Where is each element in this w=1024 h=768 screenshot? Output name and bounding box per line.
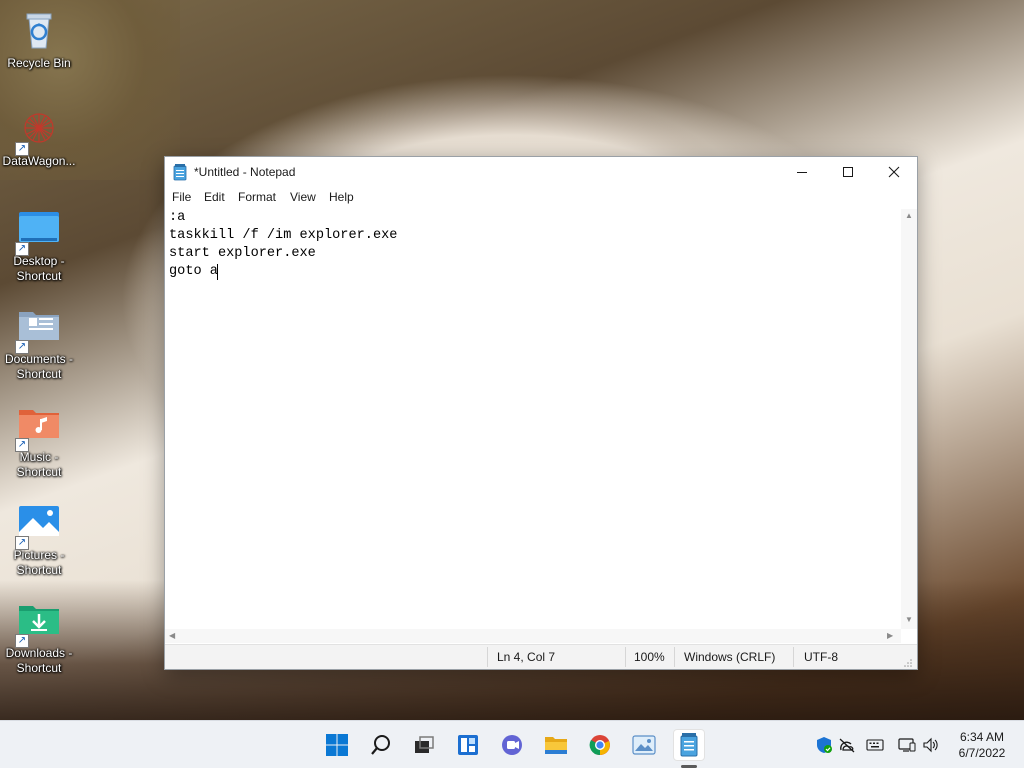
status-zoom: 100% xyxy=(634,650,665,664)
security-icon[interactable] xyxy=(814,735,834,755)
volume-icon[interactable] xyxy=(921,735,941,755)
close-icon xyxy=(888,166,900,178)
close-button[interactable] xyxy=(871,157,917,187)
desktop-icon-documents-shortcut[interactable]: ↗ Documents - Shortcut xyxy=(2,304,76,382)
text-caret xyxy=(217,264,218,280)
clock-time: 6:34 AM xyxy=(959,730,1005,744)
desktop-icon-recycle-bin[interactable]: Recycle Bin xyxy=(2,8,76,71)
menu-bar: File Edit Format View Help xyxy=(165,187,917,207)
notepad-icon xyxy=(173,164,187,181)
desktop-icon-label: Documents - Shortcut xyxy=(4,352,74,381)
desktop-icon-label: DataWagon... xyxy=(2,154,76,168)
network-icon[interactable] xyxy=(837,735,857,755)
notepad-icon xyxy=(680,733,698,757)
scroll-up-icon[interactable]: ▲ xyxy=(905,211,913,220)
chrome-icon[interactable] xyxy=(584,729,616,761)
scroll-down-icon[interactable]: ▼ xyxy=(905,615,913,624)
desktop-icon-pictures-shortcut[interactable]: ↗ Pictures - Shortcut xyxy=(2,500,76,578)
resize-grip-icon[interactable] xyxy=(903,657,913,667)
vertical-scrollbar[interactable]: ▲ ▼ xyxy=(901,209,917,629)
desktop-icon-desktop-shortcut[interactable]: ↗ Desktop - Shortcut xyxy=(2,206,76,284)
teams-chat-icon[interactable] xyxy=(496,729,528,761)
recycle-bin-icon xyxy=(17,8,61,52)
downloads-folder-icon: ↗ xyxy=(15,598,61,648)
desktop-icon-label: Downloads - Shortcut xyxy=(5,646,73,675)
notepad-window[interactable]: *Untitled - Notepad File Edit Format Vie… xyxy=(164,156,918,670)
file-explorer-icon[interactable] xyxy=(540,729,572,761)
notepad-taskbar-icon[interactable] xyxy=(673,729,705,761)
music-folder-icon: ↗ xyxy=(15,402,61,452)
status-bar: Ln 4, Col 7 100% Windows (CRLF) UTF-8 xyxy=(165,644,917,669)
keyboard-icon[interactable] xyxy=(865,735,885,755)
status-separator xyxy=(674,647,675,667)
window-title: *Untitled - Notepad xyxy=(194,165,296,179)
taskbar: 6:34 AM 6/7/2022 xyxy=(0,720,1024,768)
shortcut-arrow-icon: ↗ xyxy=(15,242,29,256)
status-separator xyxy=(487,647,488,667)
search-icon[interactable] xyxy=(365,729,397,761)
shortcut-arrow-icon: ↗ xyxy=(15,438,29,452)
desktop: Recycle Bin ↗ DataWagon... ↗ Desktop - S xyxy=(0,0,1024,768)
desktop-icon-downloads-shortcut[interactable]: ↗ Downloads - Shortcut xyxy=(2,598,76,676)
documents-folder-icon: ↗ xyxy=(15,304,61,354)
horizontal-scrollbar[interactable]: ◀ ▶ xyxy=(165,629,901,643)
menu-format[interactable]: Format xyxy=(238,190,276,204)
datawagon-icon: ↗ xyxy=(15,106,61,156)
scroll-right-icon[interactable]: ▶ xyxy=(887,631,893,640)
desktop-icon-music-shortcut[interactable]: ↗ Music - Shortcut xyxy=(2,402,76,480)
desktop-icon-label: Pictures - Shortcut xyxy=(13,548,65,577)
editor-content[interactable]: :a taskkill /f /im explorer.exe start ex… xyxy=(169,209,397,281)
status-line-ending: Windows (CRLF) xyxy=(684,650,776,664)
menu-help[interactable]: Help xyxy=(329,190,354,204)
menu-file[interactable]: File xyxy=(172,190,191,204)
status-encoding: UTF-8 xyxy=(804,650,838,664)
shortcut-arrow-icon: ↗ xyxy=(15,340,29,354)
pictures-folder-icon: ↗ xyxy=(15,500,61,550)
scroll-left-icon[interactable]: ◀ xyxy=(169,631,175,640)
shortcut-arrow-icon: ↗ xyxy=(15,142,29,156)
status-separator xyxy=(625,647,626,667)
status-separator xyxy=(793,647,794,667)
text-editor[interactable]: :a taskkill /f /im explorer.exe start ex… xyxy=(165,209,901,629)
photos-icon[interactable] xyxy=(628,729,660,761)
task-view-icon[interactable] xyxy=(408,729,440,761)
minimize-icon xyxy=(797,172,807,173)
maximize-icon xyxy=(843,167,853,177)
minimize-button[interactable] xyxy=(779,157,825,187)
shortcut-arrow-icon: ↗ xyxy=(15,634,29,648)
desktop-icon-datawagon[interactable]: ↗ DataWagon... xyxy=(2,106,76,169)
title-bar[interactable]: *Untitled - Notepad xyxy=(165,157,917,187)
clock-date: 6/7/2022 xyxy=(958,746,1006,760)
desktop-folder-icon: ↗ xyxy=(15,206,61,256)
maximize-button[interactable] xyxy=(825,157,871,187)
status-cursor-position: Ln 4, Col 7 xyxy=(497,650,556,664)
start-icon[interactable] xyxy=(321,729,353,761)
widgets-icon[interactable] xyxy=(452,729,484,761)
system-clock[interactable]: 6:34 AM 6/7/2022 xyxy=(944,729,1020,761)
menu-view[interactable]: View xyxy=(290,190,316,204)
desktop-icon-label: Music - Shortcut xyxy=(16,450,62,479)
menu-edit[interactable]: Edit xyxy=(204,190,225,204)
desktop-icon-label: Recycle Bin xyxy=(7,56,71,70)
shortcut-arrow-icon: ↗ xyxy=(15,536,29,550)
desktop-icon-label: Desktop - Shortcut xyxy=(13,254,65,283)
display-icon[interactable] xyxy=(897,735,917,755)
